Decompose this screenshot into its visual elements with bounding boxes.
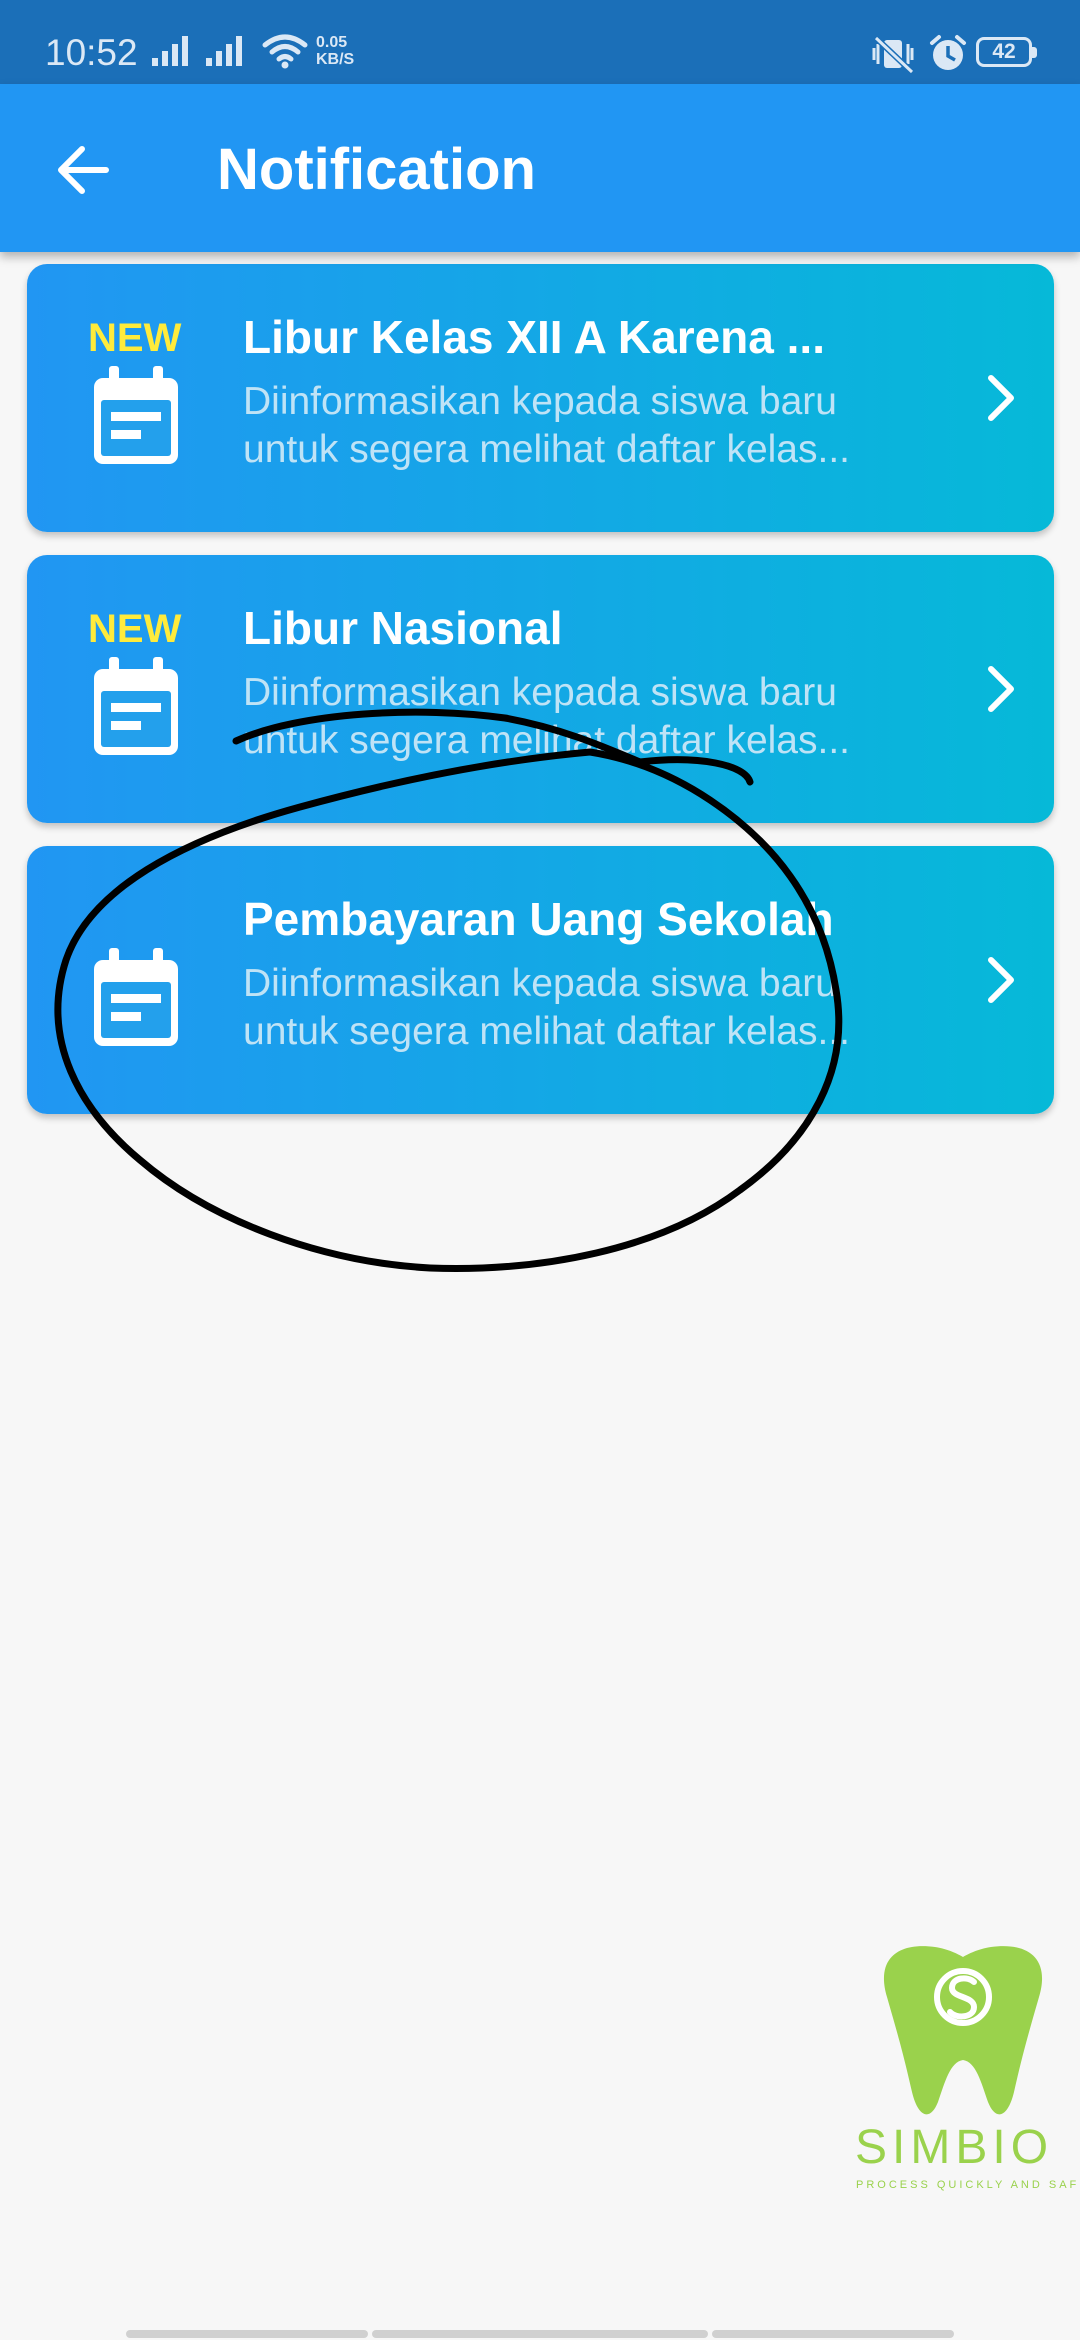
signal-icon xyxy=(206,36,242,66)
alarm-icon xyxy=(930,35,966,70)
signal-icon xyxy=(152,36,188,66)
nav-gesture-bar xyxy=(126,2330,368,2338)
network-speed: 0.05 KB/S xyxy=(316,34,354,68)
calendar-icon xyxy=(94,366,178,464)
notification-title: Libur Nasional xyxy=(243,602,563,654)
calendar-icon xyxy=(94,657,178,755)
nav-gesture-bar xyxy=(372,2330,708,2338)
notification-title: Libur Kelas XII A Karena ... xyxy=(243,311,825,363)
notification-title: Pembayaran Uang Sekolah xyxy=(243,893,834,945)
watermark-name: SIMBIO xyxy=(855,2121,1054,2174)
page-title: Notification xyxy=(217,137,536,202)
notification-body: Diinformasikan kepada siswa baru untuk s… xyxy=(243,380,850,471)
vibrate-mute-icon xyxy=(872,35,915,74)
chevron-right-icon xyxy=(988,666,1014,712)
watermark-tagline: PROCESS QUICKLY AND SAFELY xyxy=(856,2179,1080,2191)
network-speed-unit: KB/S xyxy=(316,51,355,68)
app-bar: Notification xyxy=(0,84,1080,252)
notification-card[interactable]: Pembayaran Uang Sekolah Diinformasikan k… xyxy=(27,846,1054,1114)
calendar-icon xyxy=(94,948,178,1046)
chevron-right-icon xyxy=(988,375,1014,421)
notification-card[interactable]: NEW Libur Kelas XII A Karena ... Diinfor… xyxy=(27,264,1054,532)
new-badge: NEW xyxy=(88,316,182,360)
battery-icon: 42 xyxy=(976,37,1037,67)
notification-body: Diinformasikan kepada siswa baru untuk s… xyxy=(243,962,850,1053)
wifi-icon xyxy=(262,34,308,69)
new-badge: NEW xyxy=(88,607,182,651)
notification-card[interactable]: NEW Libur Nasional Diinformasikan kepada… xyxy=(27,555,1054,823)
arrow-back-icon[interactable] xyxy=(48,134,120,206)
status-bar: 10:52 0.05 KB/S 42 xyxy=(0,0,1080,84)
notification-body: Diinformasikan kepada siswa baru untuk s… xyxy=(243,671,850,762)
chevron-right-icon xyxy=(988,957,1014,1003)
status-time: 10:52 xyxy=(45,32,138,73)
network-speed-value: 0.05 xyxy=(316,34,348,51)
nav-gesture-bar xyxy=(712,2330,954,2338)
